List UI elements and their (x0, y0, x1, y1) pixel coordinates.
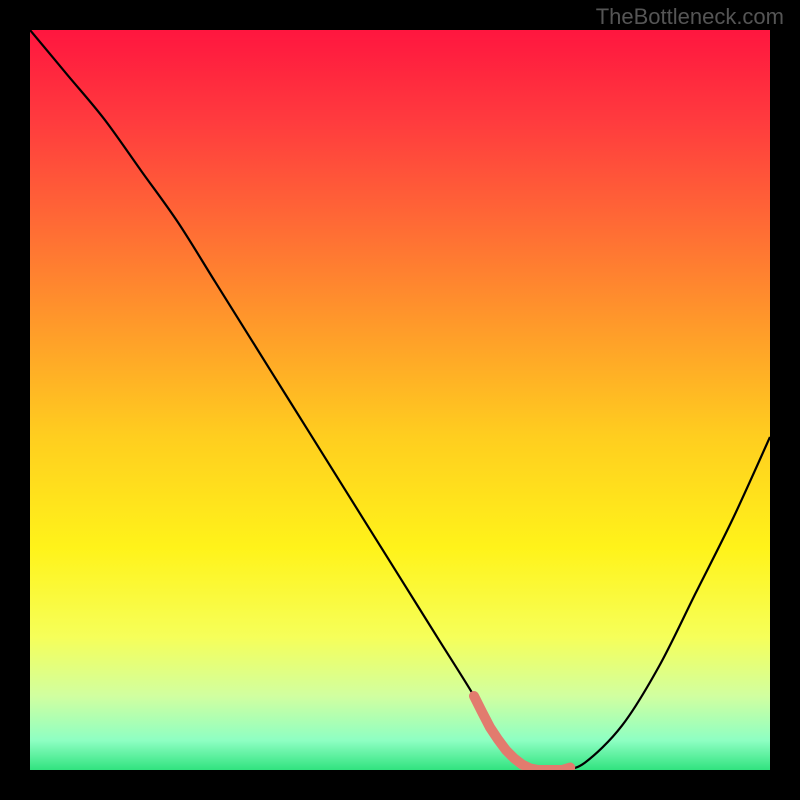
plot-area (30, 30, 770, 770)
bottleneck-curve (30, 30, 770, 770)
optimal-range-marker (474, 696, 570, 770)
curve-layer (30, 30, 770, 770)
watermark-text: TheBottleneck.com (596, 4, 784, 30)
chart-frame: TheBottleneck.com (0, 0, 800, 800)
